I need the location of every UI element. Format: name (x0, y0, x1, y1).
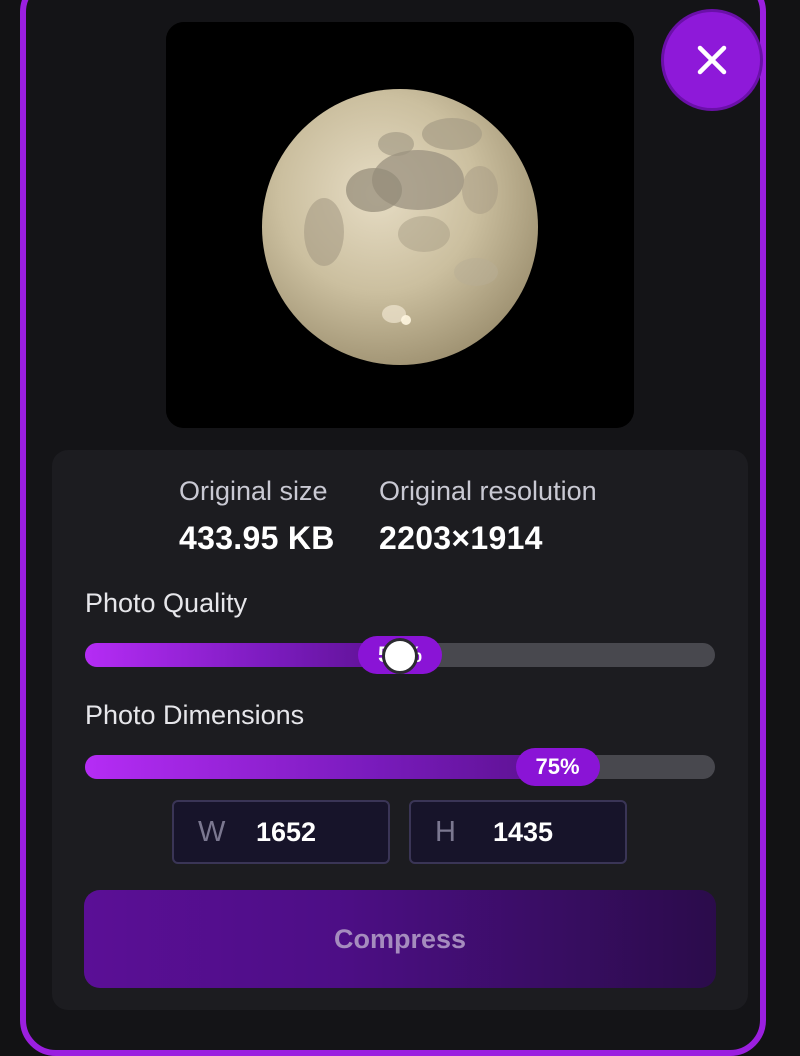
photo-dimensions-slider[interactable]: 75% (85, 748, 715, 786)
height-input[interactable] (493, 816, 603, 848)
original-resolution-label: Original resolution (379, 476, 597, 506)
image-preview (166, 22, 634, 428)
compress-button[interactable]: Compress (84, 890, 716, 988)
photo-dimensions-fill (85, 755, 558, 779)
width-prefix: W (198, 815, 226, 848)
width-input[interactable] (256, 816, 366, 848)
photo-quality-label: Photo Quality (85, 588, 248, 618)
close-icon (697, 45, 727, 75)
photo-quality-slider[interactable]: 50% (85, 636, 715, 674)
original-size-label: Original size (179, 476, 328, 506)
photo-quality-fill (85, 643, 400, 667)
height-field[interactable]: H (409, 800, 627, 864)
original-size-value: 433.95 KB (179, 520, 335, 556)
photo-dimensions-label: Photo Dimensions (85, 700, 305, 730)
photo-quality-thumb[interactable] (382, 638, 418, 674)
width-field[interactable]: W (172, 800, 390, 864)
height-prefix: H (435, 815, 456, 848)
moon-image (166, 22, 634, 428)
close-button[interactable] (664, 12, 760, 108)
original-resolution-value: 2203×1914 (379, 520, 543, 556)
photo-dimensions-value[interactable]: 75% (515, 748, 600, 786)
